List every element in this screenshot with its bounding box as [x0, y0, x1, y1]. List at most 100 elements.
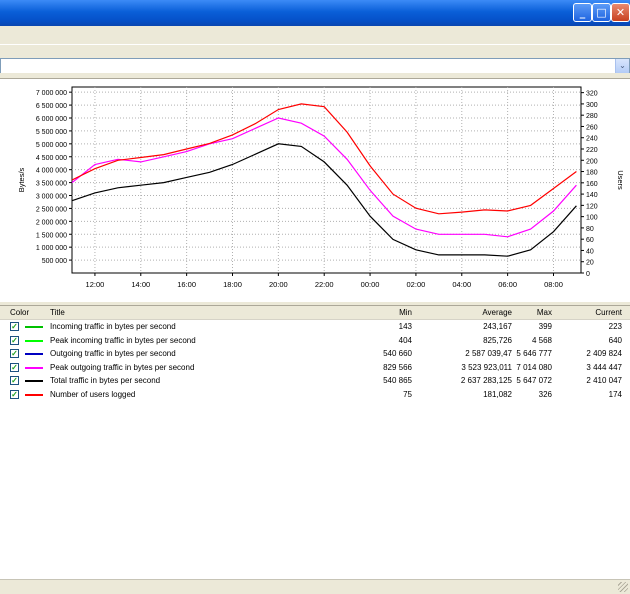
x-tick-label: 18:00 — [223, 280, 242, 289]
series-title: Total traffic in bytes per second — [50, 376, 161, 385]
y2-tick-label: 260 — [586, 124, 598, 131]
x-tick-label: 02:00 — [407, 280, 426, 289]
series-color-swatch — [25, 353, 43, 355]
y2-tick-label: 200 — [586, 158, 598, 165]
x-tick-label: 14:00 — [131, 280, 150, 289]
maximize-button[interactable]: □ — [592, 3, 611, 22]
y2-tick-label: 140 — [586, 192, 598, 199]
y-tick-label: 4 000 000 — [36, 168, 67, 175]
chart-panel: 7 000 000 6 500 000 6 000 000 5 500 000 5 00… — [0, 78, 630, 303]
visibility-checkbox[interactable]: ✓ — [10, 322, 19, 331]
table-row[interactable]: ✓ Total traffic in bytes per second 540 86… — [0, 375, 630, 388]
header-max[interactable]: Max — [500, 308, 552, 317]
x-tick-label: 06:00 — [498, 280, 517, 289]
series-color-swatch — [25, 366, 43, 369]
close-button[interactable]: ✕ — [611, 3, 630, 22]
y-tick-label: 1 500 000 — [36, 232, 67, 239]
x-tick-label: 20:00 — [269, 280, 288, 289]
header-color[interactable]: Color — [10, 308, 29, 317]
visibility-checkbox[interactable]: ✓ — [10, 362, 19, 372]
series-min: 75 — [403, 389, 412, 399]
series-color-swatch — [25, 380, 43, 382]
y2-tick-label: 120 — [586, 203, 598, 210]
y-tick-label: 3 500 000 — [36, 181, 67, 188]
series-title: Outgoing traffic in bytes per second — [50, 349, 176, 358]
y2-tick-label: 160 — [586, 181, 598, 188]
y2-tick-label: 100 — [586, 215, 598, 222]
series-title: Peak outgoing traffic in bytes per secon… — [50, 362, 195, 372]
y-tick-label: 5 000 000 — [36, 142, 67, 149]
source-selector[interactable]: ⌄ — [0, 58, 630, 74]
minimize-button[interactable]: _ — [573, 3, 592, 22]
traffic-chart: 7 000 000 6 500 000 6 000 000 5 500 000 5 00… — [17, 86, 625, 289]
visibility-checkbox[interactable]: ✓ — [10, 335, 19, 345]
y-tick-label: 6 500 000 — [36, 103, 67, 110]
series-title: Number of users logged — [50, 389, 136, 399]
y2-tick-label: 60 — [586, 237, 594, 244]
series-current: 223 — [608, 322, 622, 331]
y-tick-label: 1 000 000 — [36, 245, 67, 252]
series-max: 5 647 072 — [516, 376, 552, 385]
resize-grip-icon[interactable] — [618, 582, 628, 592]
series-current: 2 410 047 — [586, 376, 622, 385]
y-tick-label: 3 000 000 — [36, 194, 67, 201]
series-min: 540 865 — [383, 376, 412, 385]
y2-tick-label: 80 — [586, 226, 594, 233]
series-max: 4 568 — [531, 335, 552, 345]
y-tick-label: 2 000 000 — [36, 219, 67, 226]
y2-tick-label: 40 — [586, 248, 594, 255]
menu-bar — [0, 26, 630, 45]
series-min: 829 566 — [383, 362, 412, 372]
header-current[interactable]: Current — [568, 308, 622, 317]
series-current: 640 — [608, 335, 622, 345]
y2-tick-label: 180 — [586, 170, 598, 177]
series-max: 5 646 777 — [516, 349, 552, 358]
y-tick-label: 4 500 000 — [36, 155, 67, 162]
y2-tick-label: 20 — [586, 260, 594, 267]
dropdown-arrow-icon[interactable]: ⌄ — [615, 59, 629, 73]
table-row[interactable]: ✓ Incoming traffic in bytes per second 143… — [0, 321, 630, 334]
x-tick-label: 16:00 — [177, 280, 196, 289]
y2-tick-label: 0 — [586, 271, 590, 278]
y2-tick-label: 300 — [586, 102, 598, 109]
series-min: 143 — [398, 322, 412, 331]
series-max: 326 — [538, 389, 552, 399]
series-current: 3 444 447 — [586, 362, 622, 372]
y2-tick-label: 280 — [586, 113, 598, 120]
x-tick-label: 08:00 — [544, 280, 563, 289]
y-tick-label: 2 500 000 — [36, 206, 67, 213]
maximize-icon: □ — [596, 6, 607, 19]
table-row[interactable]: ✓ Outgoing traffic in bytes per second 540… — [0, 348, 630, 361]
series-min: 404 — [398, 335, 412, 345]
toolbar — [0, 45, 630, 57]
minimize-icon: _ — [579, 6, 586, 19]
y2-axis-title: Users — [616, 170, 625, 190]
visibility-checkbox[interactable]: ✓ — [10, 349, 19, 358]
series-list: Color Title Min Average Max Current ✓ Inc… — [0, 305, 630, 579]
title-bar: _ □ ✕ — [0, 0, 630, 26]
status-bar — [0, 579, 630, 594]
y-axis-title: Bytes/s — [17, 167, 26, 192]
x-tick-label: 12:00 — [86, 280, 105, 289]
close-icon: ✕ — [615, 6, 626, 19]
y-tick-label: 7 000 000 — [36, 90, 67, 97]
table-row[interactable]: ✓ Peak incoming traffic in bytes per seco… — [0, 335, 630, 348]
header-min[interactable]: Min — [360, 308, 412, 317]
series-title: Peak incoming traffic in bytes per secon… — [50, 335, 196, 345]
series-color-swatch — [25, 393, 43, 396]
visibility-checkbox[interactable]: ✓ — [10, 389, 19, 399]
y2-tick-label: 220 — [586, 147, 598, 154]
plot-area — [71, 86, 582, 274]
y2-tick-label: 240 — [586, 136, 598, 143]
series-current: 2 409 824 — [586, 349, 622, 358]
series-max: 7 014 080 — [516, 362, 552, 372]
series-title: Incoming traffic in bytes per second — [50, 322, 176, 331]
series-current: 174 — [608, 389, 622, 399]
x-tick-label: 00:00 — [361, 280, 380, 289]
series-min: 540 660 — [383, 349, 412, 358]
visibility-checkbox[interactable]: ✓ — [10, 376, 19, 385]
table-row[interactable]: ✓ Peak outgoing traffic in bytes per seco… — [0, 362, 630, 375]
header-title[interactable]: Title — [50, 308, 65, 317]
table-row[interactable]: ✓ Number of users logged 75 181,082 326 174 — [0, 389, 630, 402]
series-color-swatch — [25, 326, 43, 328]
